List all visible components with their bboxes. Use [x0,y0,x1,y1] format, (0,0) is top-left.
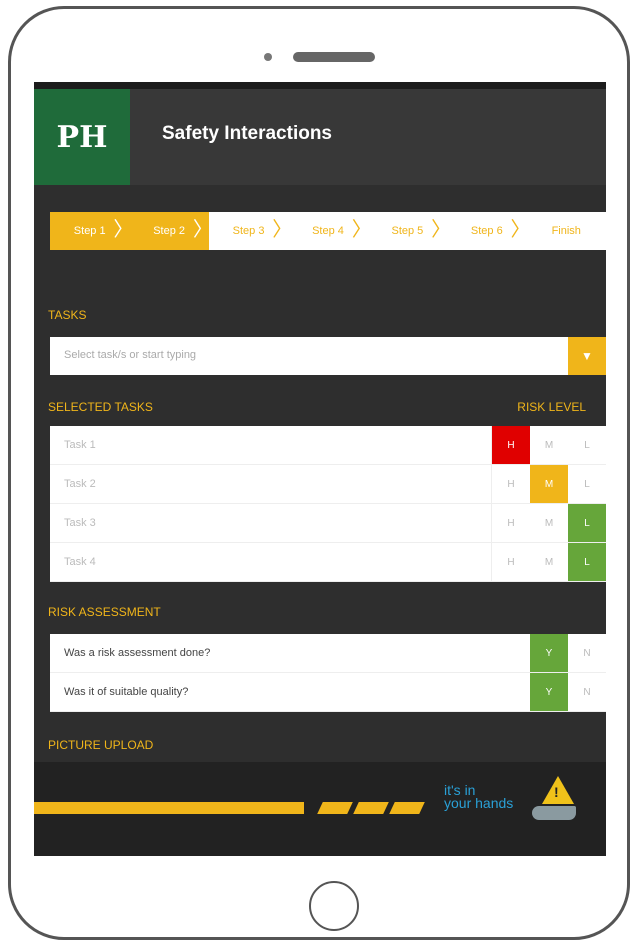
task-name: Task 1 [64,439,96,451]
brand-line-2: your hands [444,795,514,811]
step-label: Step 3 [232,225,265,237]
question-row: Was a risk assessment done? Y N [50,634,606,673]
stripe-dash [389,802,425,814]
step-4[interactable]: Step 4 〉 [288,212,372,250]
no-toggle[interactable]: N [568,673,606,711]
step-1[interactable]: Step 1 〉 [50,212,133,250]
risk-h-toggle[interactable]: H [491,426,530,464]
chevron-down-icon[interactable]: ▼ [568,337,606,375]
camera-icon [264,53,272,61]
table-row: Task 3 HML [50,504,606,543]
risk-l-toggle[interactable]: L [568,543,606,581]
task-name: Task 4 [64,556,96,568]
question-text: Was it of suitable quality? [64,686,189,698]
brand-logo: it's in your hands [444,783,514,811]
tasks-label: TASKS [48,308,87,322]
step-3[interactable]: Step 3 〉 [209,212,293,250]
table-row: Task 2 HML [50,465,606,504]
step-label: Step 5 [391,225,424,237]
picture-upload-label: PICTURE UPLOAD [48,738,154,752]
risk-l-toggle[interactable]: L [568,465,606,503]
risk-m-toggle[interactable]: M [530,504,568,542]
task-select-placeholder: Select task/s or start typing [64,349,197,361]
step-2[interactable]: Step 2 〉 [129,212,213,250]
task-name: Task 2 [64,478,96,490]
table-row: Task 1 HML [50,426,606,465]
step-label: Step 2 [153,225,186,237]
warning-icon-mark: ! [554,784,559,800]
step-label: Step 4 [312,225,344,237]
no-toggle[interactable]: N [568,634,606,672]
risk-l-toggle[interactable]: L [568,504,606,542]
home-button[interactable] [309,881,359,931]
step-label: Finish [551,225,581,237]
selected-tasks-table: Task 1 H M L Task 2 H M L Task 3 H M L Task 4HML [50,426,606,582]
status-bar [34,82,606,89]
risk-h-toggle[interactable]: H [491,543,530,581]
yellow-stripe [34,802,304,814]
hand-icon [532,806,576,820]
task-select[interactable]: Select task/s or start typing ▼ [50,337,606,375]
app-screen: PH Safety Interactions Step 1 〉 Step 2 〉 Ste… [34,82,606,856]
step-label: Step 6 [470,225,503,237]
risk-m-toggle[interactable]: M [530,426,568,464]
step-7[interactable]: Finish [527,212,606,250]
selected-tasks-label: SELECTED TASKS [48,400,153,414]
question-row: Was it of suitable quality? Y N [50,673,606,712]
yes-toggle[interactable]: Y [530,673,568,711]
risk-assessment-table: Was a risk assessment done? Y N Was it of s… [50,634,606,712]
page-title: Safety Interactions [162,123,332,144]
step-progress: Step 1 〉 Step 2 〉 Step 3 〉 Step 4 〉 Step 5 〉 Step … [50,212,606,250]
risk-h-toggle[interactable]: H [491,465,530,503]
company-logo: PH [34,89,130,185]
yes-toggle[interactable]: Y [530,634,568,672]
risk-m-toggle[interactable]: M [530,465,568,503]
app-header: PH Safety Interactions [34,89,606,185]
risk-l-toggle[interactable]: L [568,426,606,464]
stripe-dash [353,802,389,814]
risk-h-toggle[interactable]: H [491,504,530,542]
stripe-dash [317,802,353,814]
task-name: Task 3 [64,517,96,529]
risk-m-toggle[interactable]: M [530,543,568,581]
step-label: Step 1 [73,225,106,237]
speaker-grille [293,52,375,62]
table-row: Task 4 HML [50,543,606,582]
risk-level-label: RISK LEVEL [517,400,586,414]
risk-assessment-label: RISK ASSESSMENT [48,605,161,619]
step-6[interactable]: Step 6 〉 [447,212,531,250]
question-text: Was a risk assessment done? [64,647,211,659]
footer-banner: it's in your hands ! [34,762,606,856]
step-5[interactable]: Step 5 〉 [368,212,451,250]
